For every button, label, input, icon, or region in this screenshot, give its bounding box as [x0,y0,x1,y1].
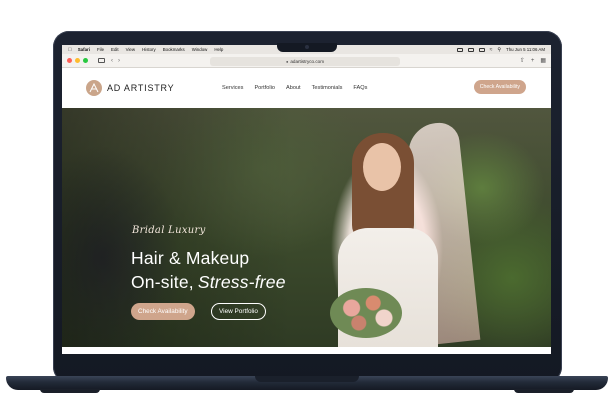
share-icon[interactable]: ⇧ [520,58,525,64]
site-header: AD ARTISTRY Services Portfolio About Tes… [62,68,551,108]
menu-bookmarks[interactable]: Bookmarks [163,47,185,52]
hero-image-face [363,143,401,191]
menu-file[interactable]: File [97,47,104,52]
page-below-hero [62,347,551,354]
tab-overview-icon[interactable]: ▦ [540,58,546,64]
laptop-foot-right [514,389,574,393]
hero-subtitle: On-site, Stress-free [131,272,286,293]
status-items: ≈ ⚲ Thu Jun 5 11:06 AM [456,47,545,53]
hero-image-bouquet [330,288,402,338]
hero-subtitle-italic: Stress-free [197,272,286,292]
close-window-button[interactable] [67,58,72,63]
menu-window[interactable]: Window [192,47,208,52]
toolbar-actions: ⇧ + ▦ [520,58,546,64]
nav-about[interactable]: About [286,85,301,91]
menu-view[interactable]: View [126,47,135,52]
menu-safari[interactable]: Safari [78,47,90,52]
site-logo[interactable]: AD ARTISTRY [86,80,175,96]
back-arrow-icon[interactable]: ‹ [111,58,113,64]
laptop-opening-notch [255,376,359,382]
header-check-availability-button[interactable]: Check Availability [473,80,526,94]
menu-help[interactable]: Help [214,47,223,52]
zoom-window-button[interactable] [83,58,88,63]
new-tab-icon[interactable]: + [531,58,535,64]
forward-arrow-icon[interactable]: › [118,58,120,64]
laptop-mockup:  Safari File Edit View History Bookmark… [0,0,614,400]
display-icon[interactable] [467,47,474,52]
laptop-screen:  Safari File Edit View History Bookmark… [62,45,551,354]
url-text: adartistryco.com [290,58,325,64]
menubar-clock[interactable]: Thu Jun 5 11:06 AM [506,47,545,52]
lock-icon: ● [285,58,289,64]
nav-services[interactable]: Services [222,85,243,91]
hero-check-availability-button[interactable]: Check Availability [131,303,195,320]
menu-history[interactable]: History [142,47,156,52]
nav-faqs[interactable]: FAQs [353,85,367,91]
screen-record-icon[interactable] [456,47,463,52]
nav-testimonials[interactable]: Testimonials [312,85,343,91]
apple-menu-icon[interactable]:  [68,47,72,53]
nav-portfolio[interactable]: Portfolio [254,85,275,91]
wifi-icon[interactable]: ≈ [490,47,493,53]
hero-title: Hair & Makeup [131,248,250,268]
laptop-foot-left [40,389,100,393]
battery-icon[interactable] [478,47,485,52]
camera-notch [277,43,337,52]
view-portfolio-button[interactable]: View Portfolio [211,303,266,320]
hero-script-heading: Bridal Luxury [132,225,206,236]
search-icon[interactable]: ⚲ [497,47,501,53]
hero-section: Bridal Luxury Hair & Makeup On-site, Stre… [62,108,551,347]
minimize-window-button[interactable] [75,58,80,63]
sidebar-toggle-icon[interactable] [98,58,105,63]
address-bar[interactable]: ● adartistryco.com [210,56,400,66]
hero-subtitle-plain: On-site, [131,272,194,292]
safari-toolbar: ‹ › ● adartistryco.com ⇧ + ▦ [62,54,551,68]
brand-name: AD ARTISTRY [107,83,175,93]
site-nav: Services Portfolio About Testimonials FA… [222,68,367,108]
window-controls [67,58,88,63]
camera-icon [305,45,309,49]
logo-mark-icon [86,80,102,96]
menu-edit[interactable]: Edit [111,47,119,52]
